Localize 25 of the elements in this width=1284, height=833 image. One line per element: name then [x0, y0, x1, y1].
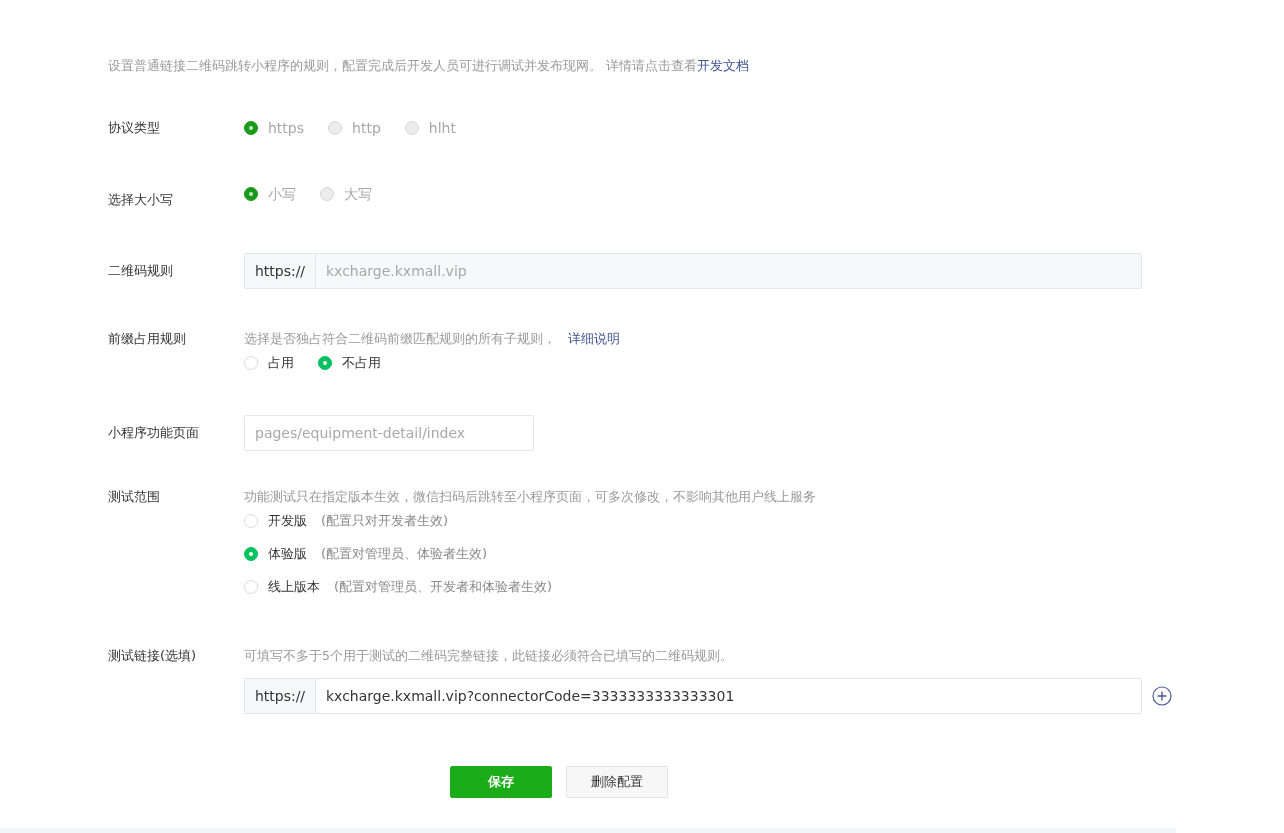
hint-text: 可填写不多于5个用于测试的二维码完整链接，此链接必须符合已填写的二维码规则。 [244, 647, 733, 665]
field-label: 二维码规则 [108, 262, 174, 280]
radio-option[interactable]: 不占用 [318, 353, 381, 373]
radio-button[interactable] [244, 547, 258, 561]
delete-button[interactable]: 删除配置 [566, 766, 668, 798]
add-icon[interactable] [1152, 686, 1172, 706]
hint-text: 选择是否独占符合二维码前缀匹配规则的所有子规则， [244, 330, 556, 348]
radio-option[interactable]: 开发版 (配置只对开发者生效) [244, 511, 1176, 531]
field-label: 选择大小写 [108, 191, 174, 209]
docs-link[interactable]: 开发文档 [697, 58, 749, 73]
hint-text: 功能测试只在指定版本生效，微信扫码后跳转至小程序页面，可多次修改，不影响其他用户线上服务 [244, 488, 816, 506]
field-label: 协议类型 [108, 119, 161, 137]
intro-text: 设置普通链接二维码跳转小程序的规则，配置完成后开发人员可进行调试并发布现网。 详情请点击查看开发文档 [108, 57, 750, 75]
radio-option[interactable]: 占用 [244, 353, 294, 373]
field-label: 测试链接(选填) [108, 647, 198, 665]
details-link[interactable]: 详细说明 [568, 329, 620, 349]
field-label: 小程序功能页面 [108, 424, 200, 442]
radio-option[interactable]: 线上版本 (配置对管理员、开发者和体验者生效) [244, 577, 1176, 597]
url-input[interactable]: kxcharge.kxmall.vip?connectorCode=3333333333333301 [316, 679, 1141, 713]
radio-button[interactable] [318, 356, 332, 370]
page-path-field[interactable]: pages/equipment-detail/index [244, 415, 534, 451]
url-field[interactable]: https:// kxcharge.kxmall.vip?connectorCode=3333333333333301 [244, 678, 1142, 714]
radio-option[interactable]: 体验版 (配置对管理员、体验者生效) [244, 544, 1176, 564]
field-label: 前缀占用规则 [108, 330, 187, 348]
field-label: 测试范围 [108, 488, 161, 506]
